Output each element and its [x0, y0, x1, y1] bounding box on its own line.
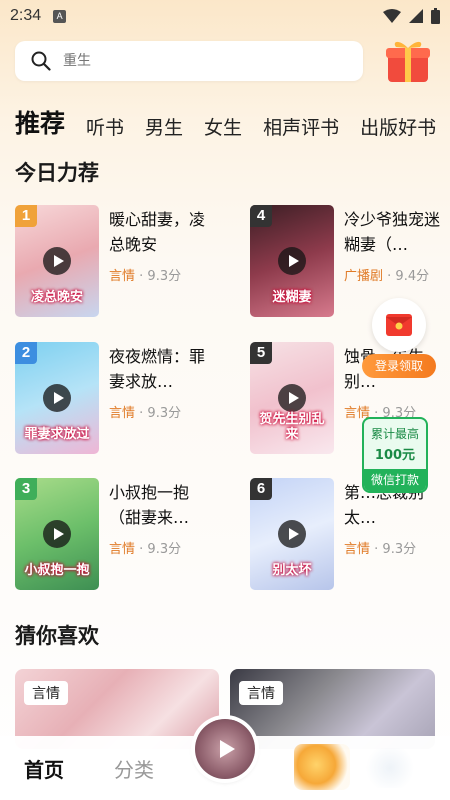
status-bar: 2:34 A [0, 0, 450, 32]
section-title-guess: 猜你喜欢 [15, 624, 99, 648]
book-card[interactable]: 3 小叔抱一抱 小叔抱一抱（甜妻来… 言情 · 9.3分 [15, 478, 225, 592]
rank-badge: 5 [250, 342, 272, 364]
book-cover: 3 小叔抱一抱 [15, 478, 99, 590]
play-icon[interactable] [278, 247, 306, 275]
login-reward-label: 登录领取 [362, 354, 436, 378]
book-cover: 5 贺先生别乱来 [250, 342, 334, 454]
book-meta: 言情 · 9.3分 [109, 402, 181, 421]
status-icons [383, 8, 440, 24]
search-input[interactable] [63, 53, 323, 69]
tab-female[interactable]: 女生 [204, 113, 242, 144]
play-icon[interactable] [43, 384, 71, 412]
player-button[interactable] [195, 719, 255, 779]
book-title: 小叔抱一抱（甜妻来… [109, 483, 190, 527]
book-cover: 6 别太坏 [250, 478, 334, 590]
play-icon[interactable] [278, 384, 306, 412]
cover-title: 贺先生别乱来 [259, 412, 325, 442]
notification-icon: A [53, 9, 67, 23]
wifi-icon [383, 9, 401, 23]
book-score: · 9.3分 [139, 269, 182, 284]
book-title: 夜夜燃情：罪妻求放… [109, 347, 206, 391]
rank-badge: 1 [15, 205, 37, 227]
cash-line-3: 微信打款 [364, 469, 426, 491]
book-genre: 言情 [344, 542, 371, 557]
tab-listen[interactable]: 听书 [86, 113, 124, 144]
book-card[interactable]: 1 凌总晚安 暖心甜妻，凌总晚安 言情 · 9.3分 [15, 205, 225, 319]
nav-promo-image[interactable] [294, 744, 350, 790]
red-envelope-icon [372, 298, 426, 352]
signal-icon [409, 9, 423, 23]
nav-promo-image-2[interactable] [362, 748, 418, 788]
book-cover: 1 凌总晚安 [15, 205, 99, 317]
book-meta: 言情 · 9.3分 [109, 265, 181, 284]
tab-recommend[interactable]: 推荐 [15, 104, 65, 144]
nav-home[interactable]: 首页 [24, 754, 64, 783]
book-meta: 言情 · 9.3分 [109, 538, 181, 557]
play-icon[interactable] [278, 520, 306, 548]
rank-badge: 6 [250, 478, 272, 500]
cover-title: 小叔抱一抱 [24, 562, 90, 578]
rank-badge: 4 [250, 205, 272, 227]
status-time: 2:34 [10, 7, 42, 24]
book-title: 暖心甜妻，凌总晚安 [109, 210, 206, 254]
book-genre: 言情 [109, 269, 136, 284]
cash-amount: 100元 [374, 448, 416, 463]
book-score: · 9.4分 [387, 269, 430, 284]
cover-title: 罪妻求放过 [24, 426, 90, 442]
battery-icon [431, 8, 440, 24]
search-bar[interactable] [15, 41, 363, 81]
book-cover: 4 迷糊妻 [250, 205, 334, 317]
book-meta: 广播剧 · 9.4分 [344, 265, 429, 284]
nav-category[interactable]: 分类 [114, 754, 154, 783]
guess-tag: 言情 [239, 681, 283, 705]
book-genre: 言情 [109, 406, 136, 421]
guess-tag: 言情 [24, 681, 68, 705]
book-score: · 9.3分 [374, 542, 417, 557]
book-score: · 9.3分 [139, 542, 182, 557]
book-genre: 言情 [109, 542, 136, 557]
cover-title: 凌总晚安 [30, 289, 83, 305]
gift-icon[interactable] [384, 36, 432, 84]
category-tabs: 推荐 听书 男生 女生 相声评书 出版好书 [15, 106, 450, 144]
login-reward-float[interactable]: 登录领取 [362, 298, 436, 380]
play-icon[interactable] [43, 247, 71, 275]
tab-crosstalk[interactable]: 相声评书 [263, 113, 339, 144]
search-icon [31, 51, 51, 71]
cover-title: 别太坏 [272, 562, 312, 578]
book-card[interactable]: 6 别太坏 第…总裁别太… 言情 · 9.3分 [250, 478, 450, 592]
book-card[interactable]: 2 罪妻求放过 夜夜燃情：罪妻求放… 言情 · 9.3分 [15, 342, 225, 456]
book-genre: 广播剧 [344, 269, 384, 284]
cover-title: 迷糊妻 [272, 289, 312, 305]
book-title: 冷少爷独宠迷糊妻（… [344, 210, 441, 254]
rank-badge: 2 [15, 342, 37, 364]
wechat-cash-float[interactable]: 累计最高 100元 微信打款 [362, 417, 428, 493]
cash-line-1: 累计最高 [370, 427, 419, 441]
book-score: · 9.3分 [139, 406, 182, 421]
play-icon[interactable] [43, 520, 71, 548]
section-title-today: 今日力荐 [15, 161, 99, 185]
book-cover: 2 罪妻求放过 [15, 342, 99, 454]
rank-badge: 3 [15, 478, 37, 500]
book-meta: 言情 · 9.3分 [344, 538, 416, 557]
tab-male[interactable]: 男生 [145, 113, 183, 144]
tab-published[interactable]: 出版好书 [360, 113, 436, 144]
